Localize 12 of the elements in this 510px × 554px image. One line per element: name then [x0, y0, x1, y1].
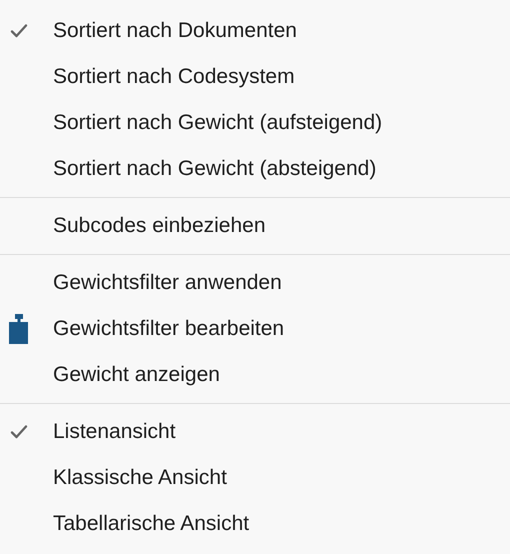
menu-item[interactable]: Gewichtsfilter anwenden [0, 260, 510, 306]
menu-item[interactable]: Subcodes einbeziehen [0, 203, 510, 249]
menu-item[interactable]: Sortiert nach Gewicht (absteigend) [0, 146, 510, 192]
menu-item[interactable]: Gewichtsfilter bearbeiten [0, 306, 510, 352]
menu-item[interactable]: Sortiert nach Dokumenten [0, 8, 510, 54]
menu-item[interactable]: Tabellarische Ansicht [0, 501, 510, 547]
weight-icon [8, 314, 30, 344]
menu-item[interactable]: Klassische Ansicht [0, 455, 510, 501]
menu-item[interactable]: Listenansicht [0, 409, 510, 455]
menu-item[interactable]: Sortiert nach Codesystem [0, 54, 510, 100]
menu-item[interactable]: Sortiert nach Gewicht (aufsteigend) [0, 100, 510, 146]
menu-item[interactable]: Gewicht anzeigen [0, 352, 510, 398]
